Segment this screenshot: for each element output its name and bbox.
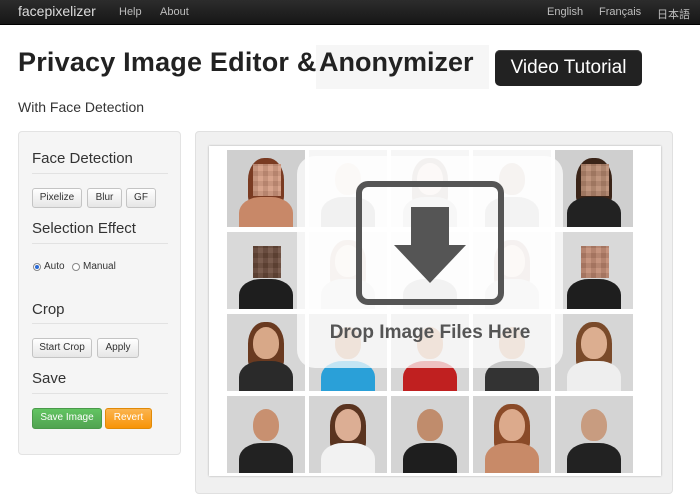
face-detection-title: Face Detection (32, 150, 133, 167)
pixelize-button[interactable]: Pixelize (32, 188, 82, 208)
nav-about-link[interactable]: About (160, 6, 189, 18)
face-photo (227, 396, 305, 473)
divider (32, 323, 168, 324)
divider (32, 243, 168, 244)
save-title: Save (32, 370, 67, 387)
navbar: facepixelizer Help About English Françai… (0, 0, 700, 25)
face-photo (227, 150, 305, 227)
face-photo (555, 150, 633, 227)
face-photo (391, 396, 469, 473)
divider (32, 393, 168, 394)
page-title-anonymizer: Anonymizer (319, 47, 474, 77)
crop-title: Crop (32, 301, 65, 318)
lang-english-link[interactable]: English (547, 6, 583, 18)
face-photo (473, 396, 551, 473)
face-photo (555, 232, 633, 309)
face-photo (227, 232, 305, 309)
brand-logo[interactable]: facepixelizer (18, 3, 96, 19)
drop-zone[interactable]: Drop Image Files Here (297, 156, 563, 368)
download-arrow-icon (356, 181, 504, 305)
drop-zone-text: Drop Image Files Here (329, 322, 531, 343)
face-photo (227, 314, 305, 391)
apply-crop-button[interactable]: Apply (97, 338, 139, 358)
lang-french-link[interactable]: Français (599, 6, 641, 18)
revert-button[interactable]: Revert (105, 408, 152, 429)
page-title-highlight: Anonymizer (316, 45, 489, 89)
face-photo (309, 396, 387, 473)
video-tutorial-button[interactable]: Video Tutorial (495, 50, 642, 86)
gf-button[interactable]: GF (126, 188, 156, 208)
face-photo (555, 314, 633, 391)
auto-radio[interactable] (33, 263, 41, 271)
sidebar-panel: Face Detection Pixelize Blur GF Selectio… (18, 131, 181, 455)
start-crop-button[interactable]: Start Crop (32, 338, 92, 358)
save-image-button[interactable]: Save Image (32, 408, 102, 429)
manual-radio-label[interactable]: Manual (83, 261, 116, 272)
manual-radio[interactable] (72, 263, 80, 271)
selection-effect-title: Selection Effect (32, 220, 136, 237)
blur-button[interactable]: Blur (87, 188, 122, 208)
divider (32, 173, 168, 174)
page-subtitle: With Face Detection (18, 99, 145, 115)
auto-radio-label[interactable]: Auto (44, 261, 65, 272)
face-photo (555, 396, 633, 473)
lang-japanese-link[interactable]: 日本語 (657, 6, 690, 22)
page-title: Privacy Image Editor & (18, 47, 317, 77)
nav-help-link[interactable]: Help (119, 6, 142, 18)
